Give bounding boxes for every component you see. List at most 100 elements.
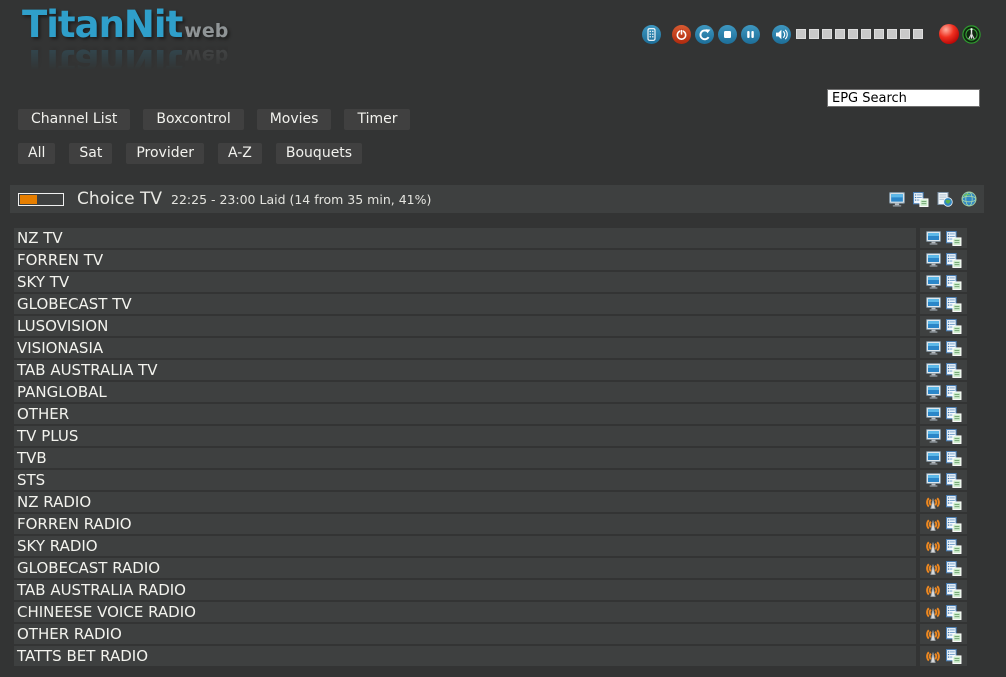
epg-list-icon[interactable] (946, 539, 962, 554)
channel-name[interactable]: OTHER (17, 405, 69, 423)
channel-row[interactable]: CHINEESE VOICE RADIO (14, 602, 967, 622)
channel-row[interactable]: GLOBECAST TV (14, 294, 967, 314)
channel-name[interactable]: VISIONASIA (17, 339, 103, 357)
channel-row[interactable]: SKY RADIO (14, 536, 967, 556)
channel-row-bar[interactable]: NZ RADIO (14, 492, 916, 512)
epg-list-icon[interactable] (946, 363, 962, 378)
channel-row[interactable]: TATTS BET RADIO (14, 646, 967, 666)
channel-row[interactable]: PANGLOBAL (14, 382, 967, 402)
channel-row-bar[interactable]: LUSOVISION (14, 316, 916, 336)
volume-segment[interactable] (809, 29, 819, 39)
volume-segment[interactable] (796, 29, 806, 39)
epg-list-icon[interactable] (946, 407, 962, 422)
channel-row[interactable]: STS (14, 470, 967, 490)
filter-provider[interactable]: Provider (126, 143, 204, 164)
epg-list-icon[interactable] (946, 341, 962, 356)
volume-segment[interactable] (887, 29, 897, 39)
tv-icon[interactable] (926, 451, 941, 465)
epg-list-icon[interactable] (946, 231, 962, 246)
channel-row-bar[interactable]: SKY RADIO (14, 536, 916, 556)
remote-icon[interactable] (642, 25, 661, 44)
channel-row[interactable]: VISIONASIA (14, 338, 967, 358)
channel-name[interactable]: OTHER RADIO (17, 625, 122, 643)
epg-list-icon[interactable] (946, 297, 962, 312)
channel-row[interactable]: FORREN RADIO (14, 514, 967, 534)
epg-list-icon[interactable] (946, 451, 962, 466)
channel-row[interactable]: FORREN TV (14, 250, 967, 270)
channel-name[interactable]: GLOBECAST TV (17, 295, 132, 313)
channel-row-bar[interactable]: PANGLOBAL (14, 382, 916, 402)
channel-row-bar[interactable]: VISIONASIA (14, 338, 916, 358)
tv-icon[interactable] (926, 385, 941, 399)
channel-name[interactable]: SKY RADIO (17, 537, 98, 555)
channel-row[interactable]: TAB AUSTRALIA RADIO (14, 580, 967, 600)
epg-list-icon[interactable] (946, 253, 962, 268)
epg-list-icon[interactable] (946, 473, 962, 488)
channel-row-bar[interactable]: STS (14, 470, 916, 490)
channel-row[interactable]: LUSOVISION (14, 316, 967, 336)
channel-row-bar[interactable]: OTHER (14, 404, 916, 424)
restart-icon[interactable] (695, 25, 714, 44)
channel-row-bar[interactable]: OTHER RADIO (14, 624, 916, 644)
volume-segment[interactable] (848, 29, 858, 39)
channel-row-bar[interactable]: SKY TV (14, 272, 916, 292)
screen-icon[interactable] (889, 192, 905, 207)
tv-icon[interactable] (926, 473, 941, 487)
channel-name[interactable]: NZ TV (17, 229, 63, 247)
channel-row-bar[interactable]: TV PLUS (14, 426, 916, 446)
volume-segment[interactable] (900, 29, 910, 39)
radio-icon[interactable] (925, 584, 941, 597)
channel-row[interactable]: GLOBECAST RADIO (14, 558, 967, 578)
epg-list-icon[interactable] (946, 517, 962, 532)
channel-name[interactable]: NZ RADIO (17, 493, 91, 511)
channel-row[interactable]: TV PLUS (14, 426, 967, 446)
filter-all[interactable]: All (18, 143, 55, 164)
channel-name[interactable]: TAB AUSTRALIA TV (17, 361, 158, 379)
channel-name[interactable]: FORREN TV (17, 251, 103, 269)
channel-row[interactable]: NZ RADIO (14, 492, 967, 512)
volume-segment[interactable] (874, 29, 884, 39)
channel-name[interactable]: STS (17, 471, 45, 489)
channel-row-bar[interactable]: NZ TV (14, 228, 916, 248)
tab-movies[interactable]: Movies (257, 109, 332, 130)
tv-icon[interactable] (926, 297, 941, 311)
tab-boxcontrol[interactable]: Boxcontrol (143, 109, 243, 130)
channel-row[interactable]: OTHER RADIO (14, 624, 967, 644)
globe-icon[interactable] (961, 191, 977, 207)
stop-icon[interactable] (718, 25, 737, 44)
radio-icon[interactable] (925, 562, 941, 575)
channel-name[interactable]: GLOBECAST RADIO (17, 559, 160, 577)
radio-icon[interactable] (925, 650, 941, 663)
epg-list-icon[interactable] (946, 583, 962, 598)
channel-name[interactable]: LUSOVISION (17, 317, 108, 335)
filter-az[interactable]: A-Z (218, 143, 262, 164)
filter-bouquets[interactable]: Bouquets (276, 143, 362, 164)
radio-icon[interactable] (925, 518, 941, 531)
epg-search-input[interactable] (827, 89, 980, 107)
volume-icon[interactable] (772, 25, 791, 44)
channel-name[interactable]: PANGLOBAL (17, 383, 107, 401)
radio-icon[interactable] (925, 628, 941, 641)
epg-list-icon[interactable] (946, 275, 962, 290)
radio-icon[interactable] (925, 606, 941, 619)
channel-name[interactable]: TVB (17, 449, 47, 467)
epg-list-icon[interactable] (946, 561, 962, 576)
channel-name[interactable]: TAB AUSTRALIA RADIO (17, 581, 186, 599)
channel-row[interactable]: TVB (14, 448, 967, 468)
stream-icon[interactable] (962, 25, 981, 44)
epg-list-icon[interactable] (946, 649, 962, 664)
epg-list-icon[interactable] (946, 385, 962, 400)
radio-icon[interactable] (925, 496, 941, 509)
tv-icon[interactable] (926, 429, 941, 443)
channel-name[interactable]: FORREN RADIO (17, 515, 132, 533)
epg-list-icon[interactable] (946, 429, 962, 444)
epg-list-icon[interactable] (946, 495, 962, 510)
channel-row-bar[interactable]: FORREN TV (14, 250, 916, 270)
channel-name[interactable]: TATTS BET RADIO (17, 647, 148, 665)
doc-globe-icon[interactable] (937, 192, 953, 207)
tab-timer[interactable]: Timer (344, 109, 410, 130)
channel-row[interactable]: NZ TV (14, 228, 967, 248)
channel-row-bar[interactable]: TVB (14, 448, 916, 468)
channel-row[interactable]: TAB AUSTRALIA TV (14, 360, 967, 380)
power-icon[interactable] (672, 25, 691, 44)
